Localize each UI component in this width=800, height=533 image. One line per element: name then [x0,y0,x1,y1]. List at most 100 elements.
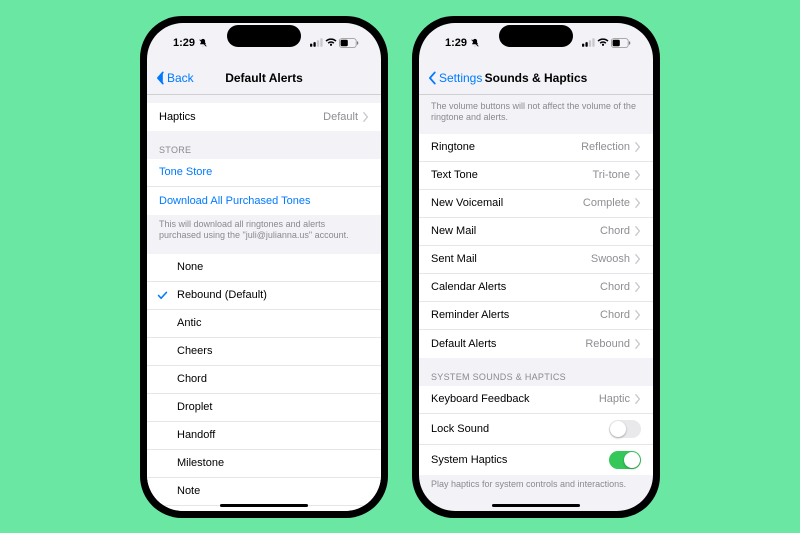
cell-value: Rebound [585,338,630,350]
toggle-lock-sound[interactable] [609,420,641,438]
tone-row[interactable]: Chord [147,366,381,394]
home-indicator[interactable] [492,504,580,507]
dynamic-island [499,25,573,47]
tone-row[interactable]: Milestone [147,450,381,478]
tone-row[interactable]: Cheers [147,338,381,366]
signal-icon [310,38,323,47]
row-download-all[interactable]: Download All Purchased Tones [147,187,381,215]
sound-row[interactable]: Sent Mail Swoosh [419,246,653,274]
footer-volume: The volume buttons will not affect the v… [419,95,653,130]
content-left[interactable]: Haptics Default STORE Tone Store Downloa… [147,95,381,511]
cell-value: Chord [600,225,630,237]
chevron-right-icon [635,170,641,180]
chevron-right-icon [635,282,641,292]
header-system: SYSTEM SOUNDS & HAPTICS [419,358,653,386]
cell-label: Ringtone [431,141,475,153]
screen-right: 1:29 Settings S [419,23,653,511]
tone-row[interactable]: Passage [147,506,381,511]
battery-icon [339,38,359,48]
cell-value: Swoosh [591,253,630,265]
phone-left: 1:29 Back Defau [140,16,388,518]
sound-row[interactable]: New Mail Chord [419,218,653,246]
tone-label: Note [177,485,200,497]
tone-label: Antic [177,317,201,329]
cell-value: Tri-tone [593,169,631,181]
cell-label: Haptics [159,111,196,123]
cell-label: Default Alerts [431,338,496,350]
phone-right: 1:29 Settings S [412,16,660,518]
footer-system: Play haptics for system controls and int… [419,475,653,497]
back-label: Back [167,71,194,85]
chevron-right-icon [635,394,641,404]
cell-label: Lock Sound [431,423,489,435]
cell-value: Complete [583,197,630,209]
cell-label: Tone Store [159,166,212,178]
home-indicator[interactable] [220,504,308,507]
tone-row[interactable]: Handoff [147,422,381,450]
sound-row[interactable]: New Voicemail Complete [419,190,653,218]
chevron-right-icon [635,142,641,152]
cell-value: Haptic [599,393,630,405]
tone-row[interactable]: Note [147,478,381,506]
sound-row[interactable]: Text Tone Tri-tone [419,162,653,190]
cell-label: New Voicemail [431,197,503,209]
chevron-right-icon [635,226,641,236]
tone-row[interactable]: Rebound (Default) [147,282,381,310]
cell-value: Chord [600,281,630,293]
back-button[interactable]: Settings [427,71,482,85]
wifi-icon [597,38,609,47]
cell-value: Chord [600,309,630,321]
tone-row[interactable]: Antic [147,310,381,338]
sound-row[interactable]: Default Alerts Rebound [419,330,653,358]
chevron-right-icon [635,198,641,208]
status-time: 1:29 [173,37,195,49]
bell-slash-icon [470,38,480,48]
toggle-system-haptics[interactable] [609,451,641,469]
cell-label: Text Tone [431,169,478,181]
tone-label: Cheers [177,345,212,357]
battery-icon [611,38,631,48]
sound-row[interactable]: Reminder Alerts Chord [419,302,653,330]
back-label: Settings [439,71,482,85]
row-lock-sound[interactable]: Lock Sound [419,414,653,445]
cell-label: New Mail [431,225,476,237]
signal-icon [582,38,595,47]
dynamic-island [227,25,301,47]
tone-row[interactable]: None [147,254,381,282]
tone-label: Milestone [177,457,224,469]
cell-label: Keyboard Feedback [431,393,529,405]
cell-label: Reminder Alerts [431,309,509,321]
chevron-right-icon [635,310,641,320]
wifi-icon [325,38,337,47]
cell-label: System Haptics [431,454,507,466]
row-tone-store[interactable]: Tone Store [147,159,381,187]
tone-label: Rebound (Default) [177,289,267,301]
back-button[interactable]: Back [155,71,194,85]
chevron-right-icon [635,254,641,264]
screen-left: 1:29 Back Defau [147,23,381,511]
cell-value: Reflection [581,141,630,153]
row-keyboard-feedback[interactable]: Keyboard Feedback Haptic [419,386,653,414]
tone-label: Chord [177,373,207,385]
row-haptics[interactable]: Haptics Default [147,103,381,131]
sound-row[interactable]: Calendar Alerts Chord [419,274,653,302]
sound-row[interactable]: Ringtone Reflection [419,134,653,162]
bell-slash-icon [198,38,208,48]
chevron-right-icon [635,339,641,349]
header-store: STORE [147,131,381,159]
cell-label: Calendar Alerts [431,281,506,293]
tone-row[interactable]: Droplet [147,394,381,422]
status-time: 1:29 [445,37,467,49]
row-system-haptics[interactable]: System Haptics [419,445,653,475]
tone-label: Handoff [177,429,215,441]
cell-label: Download All Purchased Tones [159,195,310,207]
tone-label: Droplet [177,401,212,413]
footer-download: This will download all ringtones and ale… [147,215,381,248]
navbar: Settings Sounds & Haptics [419,63,653,95]
chevron-right-icon [363,112,369,122]
content-right[interactable]: The volume buttons will not affect the v… [419,95,653,511]
cell-label: Sent Mail [431,253,477,265]
check-icon [157,290,168,301]
tone-label: None [177,261,203,273]
cell-value: Default [323,111,358,123]
